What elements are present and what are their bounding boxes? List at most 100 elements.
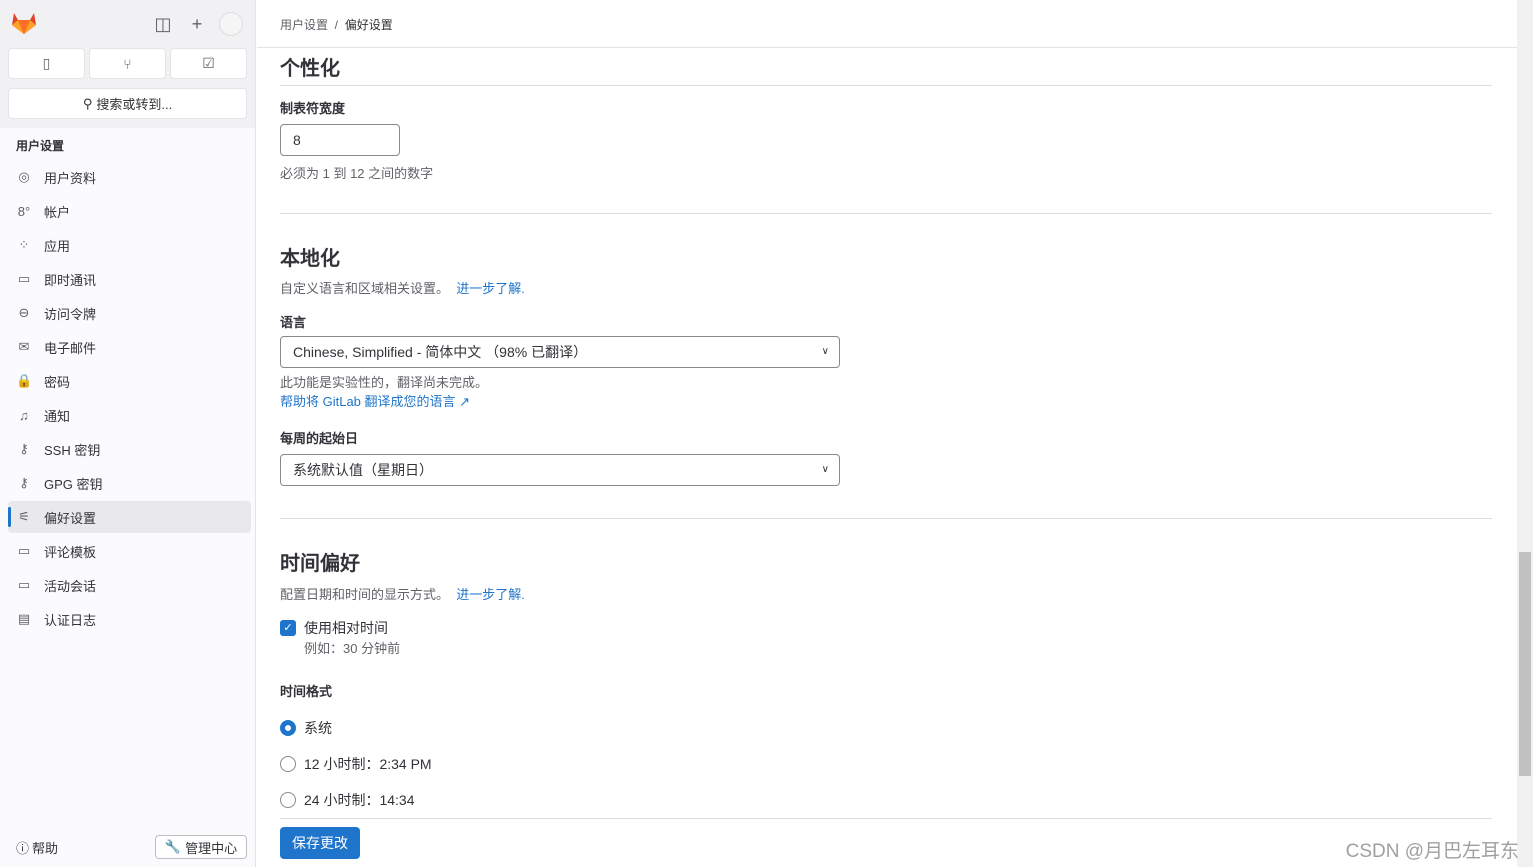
wrench-icon: 🔧 bbox=[164, 839, 182, 854]
learn-more-link[interactable]: 进一步了解. bbox=[456, 587, 525, 602]
merge-requests-button[interactable]: ⑂ bbox=[89, 48, 166, 79]
watermark: CSDN @月巴左耳东 bbox=[1345, 841, 1519, 862]
sidebar-nav: ◎ 用户资料 8° 帐户 ⁘ 应用 ▭ 即时通讯 ⊖ 访问令牌 ✉ 电子邮件 🔒 密码 ♫ 通知 ⚷ SSH 密钥… bbox=[8, 161, 251, 637]
admin-label: 管理中心 bbox=[185, 840, 238, 856]
sidebar-item[interactable]: ⊖ 访问令牌 bbox=[8, 297, 251, 329]
tab-width-input[interactable]: 8 bbox=[280, 124, 400, 156]
chevron-down-icon: ∨ bbox=[821, 346, 829, 357]
breadcrumb-parent[interactable]: 用户设置 bbox=[280, 18, 328, 32]
sidebar-item[interactable]: ▭ 评论模板 bbox=[8, 535, 251, 567]
week-start-value: 系统默认值（星期日） bbox=[293, 462, 433, 478]
applications-icon: ⁘ bbox=[18, 237, 30, 252]
language-label: 语言 bbox=[280, 315, 307, 330]
help-icon: ⓘ bbox=[16, 841, 30, 856]
check-icon: ✓ bbox=[280, 620, 296, 636]
breadcrumb: 用户设置 / 偏好设置 bbox=[257, 0, 1517, 48]
time-format-label: 时间格式 bbox=[280, 684, 333, 699]
todo-icon: ☑ bbox=[202, 55, 215, 71]
sidebar-item-label: 访问令牌 bbox=[44, 306, 97, 322]
sidebar: ◫ + ▯ ⑂ ☑ ⚲ 搜索或转到... 用户设置 ◎ 用户资料 8° 帐户 ⁘ 应用 ▭ 即时… bbox=[0, 0, 256, 867]
breadcrumb-current[interactable]: 偏好设置 bbox=[345, 18, 393, 32]
todos-button[interactable]: ☑ bbox=[170, 48, 247, 79]
bell-icon: ♫ bbox=[19, 407, 29, 423]
help-button[interactable]: ⓘ 帮助 bbox=[16, 838, 58, 857]
sidebar-item[interactable]: ♫ 通知 bbox=[8, 399, 251, 431]
tab-width-hint: 必须为 1 到 12 之间的数字 bbox=[280, 166, 434, 181]
sidebar-toggle-icon[interactable]: ◫ bbox=[153, 14, 173, 34]
issues-icon: ▯ bbox=[42, 55, 51, 71]
section-title: 用户设置 bbox=[16, 139, 65, 153]
admin-area-button[interactable]: 🔧 管理中心 bbox=[155, 835, 247, 859]
sidebar-item[interactable]: 8° 帐户 bbox=[8, 195, 251, 227]
sidebar-item[interactable]: ⁘ 应用 bbox=[8, 229, 251, 261]
sidebar-item-label: SSH 密钥 bbox=[44, 442, 101, 458]
language-select[interactable]: Chinese, Simplified - 简体中文 （98% 已翻译） ∨ bbox=[280, 336, 840, 368]
gitlab-logo-icon[interactable] bbox=[11, 11, 37, 35]
relative-time-example: 例如：30 分钟前 bbox=[304, 641, 401, 656]
sidebar-item[interactable]: ▭ 即时通讯 bbox=[8, 263, 251, 295]
mail-icon: ✉ bbox=[18, 339, 30, 354]
issues-button[interactable]: ▯ bbox=[8, 48, 85, 79]
sidebar-item-label: 偏好设置 bbox=[44, 510, 97, 526]
tab-width-label: 制表符宽度 bbox=[280, 101, 346, 116]
search-label: 搜索或转到... bbox=[96, 97, 173, 112]
sidebar-item-label: 帐户 bbox=[44, 204, 71, 220]
relative-time-checkbox[interactable]: ✓ 使用相对时间 bbox=[280, 618, 388, 638]
token-icon: ⊖ bbox=[18, 305, 30, 320]
sidebar-item[interactable]: ✉ 电子邮件 bbox=[8, 331, 251, 363]
sidebar-item[interactable]: ◎ 用户资料 bbox=[8, 161, 251, 193]
chevron-down-icon: ∨ bbox=[821, 464, 829, 475]
sidebar-item[interactable]: ⚟ 偏好设置 bbox=[8, 501, 251, 533]
time-format-system-radio[interactable]: 系统 bbox=[280, 718, 332, 738]
sidebar-item-label: 即时通讯 bbox=[44, 272, 97, 288]
chat-icon: ▭ bbox=[17, 271, 31, 286]
sidebar-item[interactable]: ⚷ SSH 密钥 bbox=[8, 433, 251, 465]
localization-title: 本地化 bbox=[280, 248, 340, 270]
divider bbox=[280, 85, 1492, 86]
time-format-24h-radio[interactable]: 24 小时制：14:34 bbox=[280, 790, 415, 810]
scrollbar-thumb[interactable] bbox=[1519, 552, 1531, 776]
time-desc: 配置日期和时间的显示方式。 bbox=[280, 587, 450, 602]
sidebar-item-label: 电子邮件 bbox=[44, 340, 97, 356]
divider bbox=[280, 213, 1492, 214]
radio-label: 24 小时制：14:34 bbox=[304, 792, 415, 808]
divider bbox=[280, 818, 1492, 819]
week-start-select[interactable]: 系统默认值（星期日） ∨ bbox=[280, 454, 840, 486]
experimental-note: 此功能是实验性的，翻译尚未完成。 bbox=[280, 375, 489, 390]
search-button[interactable]: ⚲ 搜索或转到... bbox=[8, 88, 247, 119]
monitor-icon: ▭ bbox=[17, 577, 31, 592]
sidebar-item-label: 用户资料 bbox=[44, 170, 97, 186]
help-translate-label: 帮助将 GitLab 翻译成您的语言 bbox=[280, 394, 456, 409]
language-value: Chinese, Simplified - 简体中文 （98% 已翻译） bbox=[293, 344, 588, 360]
search-icon: ⚲ bbox=[82, 95, 93, 111]
sidebar-item-label: 应用 bbox=[44, 238, 71, 254]
time-format-12h-radio[interactable]: 12 小时制：2:34 PM bbox=[280, 754, 432, 774]
divider bbox=[280, 518, 1492, 519]
avatar[interactable] bbox=[219, 12, 243, 36]
save-button[interactable]: 保存更改 bbox=[280, 827, 360, 859]
merge-request-icon: ⑂ bbox=[123, 55, 132, 72]
sidebar-item[interactable]: 🔒 密码 bbox=[8, 365, 251, 397]
help-translate-link[interactable]: 帮助将 GitLab 翻译成您的语言 ↗ bbox=[280, 391, 470, 410]
localization-desc: 自定义语言和区域相关设置。 bbox=[280, 281, 450, 296]
sidebar-item-label: 认证日志 bbox=[44, 612, 97, 628]
time-title: 时间偏好 bbox=[280, 553, 360, 575]
sidebar-item-label: 活动会话 bbox=[44, 578, 97, 594]
lock-icon: 🔒 bbox=[16, 373, 33, 388]
user-icon: ◎ bbox=[18, 169, 30, 184]
log-icon: ▤ bbox=[17, 611, 31, 626]
sidebar-item-label: 评论模板 bbox=[44, 544, 97, 560]
help-label: 帮助 bbox=[32, 841, 59, 856]
sidebar-item[interactable]: ▭ 活动会话 bbox=[8, 569, 251, 601]
plus-icon[interactable]: + bbox=[187, 14, 207, 34]
key-icon: ⚷ bbox=[19, 441, 29, 456]
key-icon: ⚷ bbox=[19, 475, 29, 490]
sidebar-item-label: GPG 密钥 bbox=[44, 476, 103, 492]
sidebar-item[interactable]: ▤ 认证日志 bbox=[8, 603, 251, 635]
learn-more-link[interactable]: 进一步了解. bbox=[456, 281, 525, 296]
radio-label: 12 小时制：2:34 PM bbox=[304, 756, 432, 772]
sidebar-item[interactable]: ⚷ GPG 密钥 bbox=[8, 467, 251, 499]
sidebar-item-label: 密码 bbox=[44, 374, 71, 390]
relative-time-label: 使用相对时间 bbox=[304, 620, 388, 636]
external-link-icon: ↗ bbox=[459, 394, 471, 409]
